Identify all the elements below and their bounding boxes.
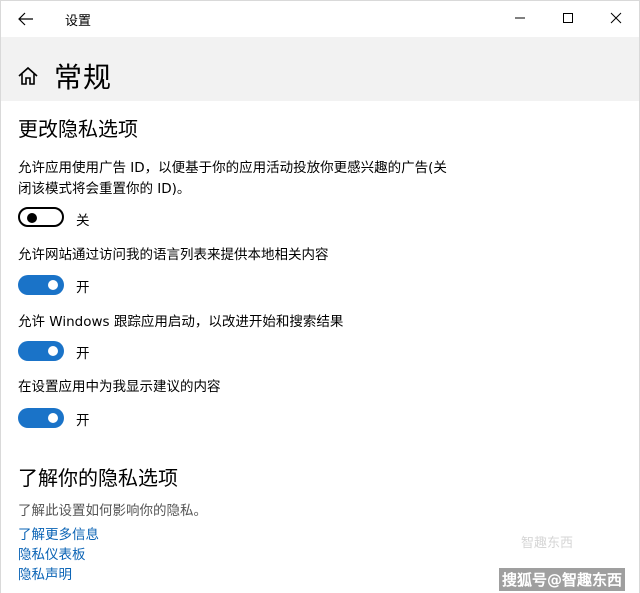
maximize-icon xyxy=(563,13,573,23)
language-list-label: 允许网站通过访问我的语言列表来提供本地相关内容 xyxy=(18,247,329,263)
toggle-knob xyxy=(48,346,58,356)
page-title: 常规 xyxy=(54,61,113,94)
privacy-dashboard-link[interactable]: 隐私仪表板 xyxy=(18,543,86,563)
watermark-text: 搜狐号@智趣东西 xyxy=(499,568,626,591)
watermark-logo: 智趣东西 xyxy=(521,536,574,551)
back-button[interactable] xyxy=(11,7,41,31)
minimize-icon xyxy=(515,17,525,19)
suggested-content-state: 开 xyxy=(76,413,90,429)
page-header: 常规 xyxy=(1,37,639,101)
toggle-knob xyxy=(48,280,58,290)
home-icon[interactable] xyxy=(17,65,39,87)
settings-window: 设置 常规 更改隐私选项 允许应用使用广告 ID，以便基于你的应用活动投放你更感… xyxy=(0,0,640,593)
suggested-content-toggle[interactable] xyxy=(18,408,64,428)
learn-more-link[interactable]: 了解更多信息 xyxy=(18,523,99,543)
advertising-id-state: 关 xyxy=(76,213,90,229)
app-launch-tracking-state: 开 xyxy=(76,346,90,362)
app-launch-tracking-toggle[interactable] xyxy=(18,341,64,361)
privacy-options-heading: 更改隐私选项 xyxy=(18,117,138,141)
back-arrow-icon xyxy=(18,12,33,26)
toggle-knob xyxy=(27,213,37,223)
settings-content: 更改隐私选项 允许应用使用广告 ID，以便基于你的应用活动投放你更感兴趣的广告(… xyxy=(1,101,639,593)
minimize-button[interactable] xyxy=(497,1,543,35)
suggested-content-label: 在设置应用中为我显示建议的内容 xyxy=(18,379,221,395)
language-list-state: 开 xyxy=(76,280,90,296)
close-button[interactable] xyxy=(593,1,639,35)
toggle-knob xyxy=(48,413,58,423)
close-icon xyxy=(610,12,622,24)
advertising-id-label: 允许应用使用广告 ID，以便基于你的应用活动投放你更感兴趣的广告(关 闭该模式将… xyxy=(18,160,447,197)
language-list-toggle[interactable] xyxy=(18,275,64,295)
app-launch-tracking-label: 允许 Windows 跟踪应用启动，以改进开始和搜索结果 xyxy=(18,314,344,330)
title-bar: 设置 xyxy=(1,1,639,37)
privacy-statement-link[interactable]: 隐私声明 xyxy=(18,563,72,583)
privacy-description: 了解此设置如何影响你的隐私。 xyxy=(18,503,207,519)
learn-privacy-heading: 了解你的隐私选项 xyxy=(18,466,178,490)
advertising-id-toggle[interactable] xyxy=(18,207,64,227)
window-title: 设置 xyxy=(65,14,92,29)
maximize-button[interactable] xyxy=(545,1,591,35)
